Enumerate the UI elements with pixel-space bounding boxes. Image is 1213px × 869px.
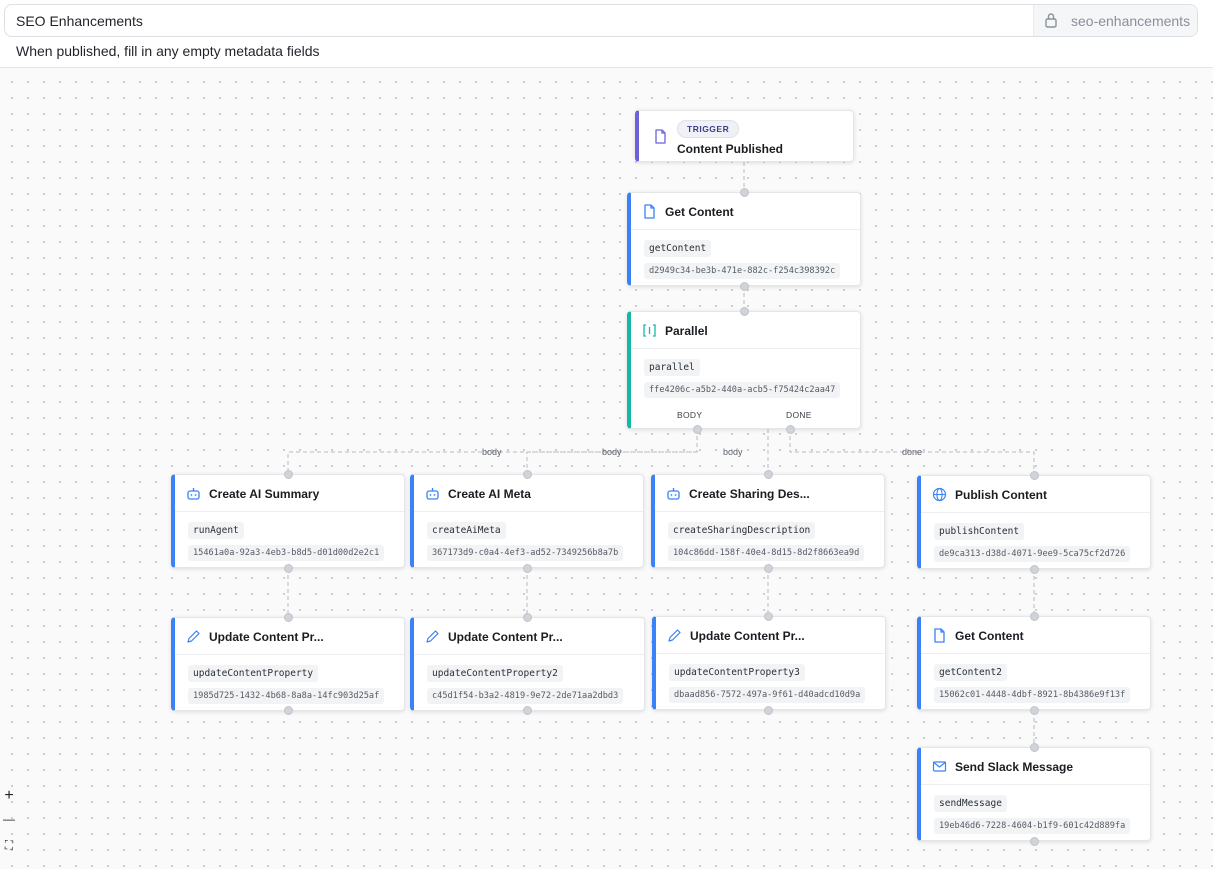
connection-handle[interactable]	[523, 564, 532, 573]
zoom-out-button[interactable]: —	[0, 812, 18, 834]
connection-handle[interactable]	[284, 564, 293, 573]
connection-handle[interactable]	[1030, 706, 1039, 715]
node-key: createSharingDescription	[668, 522, 816, 539]
node-key: updateContentProperty3	[669, 664, 805, 681]
node-key: createAiMeta	[427, 522, 506, 539]
node-title: Update Content Pr...	[209, 630, 324, 644]
trigger-title: Content Published	[677, 142, 783, 156]
connection-handle[interactable]	[1030, 837, 1039, 846]
connection-handle[interactable]	[284, 706, 293, 715]
connection-handle[interactable]	[284, 470, 293, 479]
node-id: 15062c01-4448-4dbf-8921-8b4386e9f13f	[934, 687, 1131, 703]
document-icon	[934, 628, 945, 643]
node-key: getContent2	[934, 664, 1007, 681]
node-create-ai-summary[interactable]: Create AI Summary runAgent 15461a0a-92a3…	[171, 474, 405, 568]
connection-handle[interactable]	[764, 706, 773, 715]
connection-handle[interactable]	[1030, 471, 1039, 480]
node-key: parallel	[644, 359, 700, 376]
node-publish-content[interactable]: Publish Content publishContent de9ca313-…	[917, 475, 1151, 569]
node-id: 1985d725-1432-4b68-8a8a-14fc903d25af	[188, 688, 385, 704]
connection-handle[interactable]	[284, 613, 293, 622]
node-id: c45d1f54-b3a2-4819-9e72-2de71aa2dbd3	[427, 688, 624, 704]
connection-handle[interactable]	[740, 307, 749, 316]
node-title: Update Content Pr...	[448, 630, 563, 644]
node-title: Create AI Meta	[448, 487, 531, 501]
workflow-name-field[interactable]: SEO Enhancements seo-enhancements	[4, 4, 1198, 37]
node-key: updateContentProperty	[188, 665, 319, 682]
node-title: Publish Content	[955, 488, 1047, 502]
mail-icon	[932, 761, 947, 772]
output-label-body: BODY	[677, 410, 703, 420]
node-id: d2949c34-be3b-471e-882c-f254c398392c	[644, 263, 841, 279]
document-icon	[655, 129, 666, 144]
connection-handle[interactable]	[1030, 743, 1039, 752]
node-key: publishContent	[934, 523, 1025, 540]
connection-handle[interactable]	[523, 470, 532, 479]
workflow-name[interactable]: SEO Enhancements	[16, 13, 143, 29]
robot-icon	[187, 488, 200, 500]
output-label-done: DONE	[786, 410, 812, 420]
lock-icon	[1045, 13, 1057, 28]
pencil-icon	[187, 630, 200, 643]
node-id: 367173d9-c0a4-4ef3-ad52-7349256b8a7b	[427, 545, 624, 561]
connection-handle[interactable]	[786, 425, 795, 434]
brackets-icon	[643, 324, 656, 337]
node-update-content-property[interactable]: Update Content Pr... updateContentProper…	[171, 617, 405, 711]
node-parallel[interactable]: Parallel parallel ffe4206c-a5b2-440a-acb…	[627, 311, 861, 429]
node-get-content[interactable]: Get Content getContent d2949c34-be3b-471…	[627, 192, 861, 286]
connection-handle[interactable]	[523, 613, 532, 622]
connection-handle[interactable]	[1030, 612, 1039, 621]
node-title: Create Sharing Des...	[689, 487, 810, 501]
slug-text: seo-enhancements	[1071, 13, 1191, 29]
trigger-badge: TRIGGER	[677, 120, 740, 138]
connection-handle[interactable]	[693, 425, 702, 434]
fit-view-button[interactable]: ⛶	[0, 838, 18, 860]
globe-icon	[932, 487, 947, 502]
connection-handle[interactable]	[764, 564, 773, 573]
connection-handle[interactable]	[740, 282, 749, 291]
node-update-content-property-2[interactable]: Update Content Pr... updateContentProper…	[410, 617, 645, 711]
node-key: runAgent	[188, 522, 244, 539]
node-title: Send Slack Message	[955, 760, 1074, 774]
node-id: ffe4206c-a5b2-440a-acb5-f75424c2aa47	[644, 382, 841, 398]
node-title: Parallel	[665, 324, 708, 338]
node-id: 15461a0a-92a3-4eb3-b8d5-d01d00d2e2c1	[188, 545, 385, 561]
node-title: Update Content Pr...	[690, 629, 805, 643]
node-id: dbaad856-7572-497a-9f61-d40adcd10d9a	[669, 687, 866, 703]
connection-handle[interactable]	[523, 706, 532, 715]
connection-handle[interactable]	[764, 612, 773, 621]
connection-handle[interactable]	[1030, 565, 1039, 574]
node-title: Create AI Summary	[209, 487, 320, 501]
slug-field: seo-enhancements	[1033, 5, 1197, 36]
document-icon	[644, 204, 655, 219]
node-id: de9ca313-d38d-4071-9ee9-5ca75cf2d726	[934, 546, 1131, 562]
trigger-node-content-published[interactable]: TRIGGER Content Published	[635, 110, 854, 162]
node-title: Get Content	[955, 629, 1024, 643]
pencil-icon	[426, 630, 439, 643]
node-key: getContent	[644, 240, 712, 257]
robot-icon	[667, 488, 680, 500]
node-create-sharing-description[interactable]: Create Sharing Des... createSharingDescr…	[651, 474, 885, 568]
node-get-content-2[interactable]: Get Content getContent2 15062c01-4448-4d…	[917, 616, 1151, 710]
node-send-slack-message[interactable]: Send Slack Message sendMessage 19eb46d6-…	[917, 747, 1151, 841]
node-update-content-property-3[interactable]: Update Content Pr... updateContentProper…	[652, 616, 886, 710]
node-key: updateContentProperty2	[427, 665, 563, 682]
pencil-icon	[668, 629, 681, 642]
connection-handle[interactable]	[764, 470, 773, 479]
node-id: 104c86dd-158f-40e4-8d15-8d2f8663ea9d	[668, 545, 865, 561]
node-key: sendMessage	[934, 795, 1007, 812]
zoom-in-button[interactable]: +	[0, 787, 18, 809]
node-title: Get Content	[665, 205, 734, 219]
connection-handle[interactable]	[740, 188, 749, 197]
workflow-description[interactable]: When published, fill in any empty metada…	[16, 43, 320, 59]
node-id: 19eb46d6-7228-4604-b1f9-601c42d889fa	[934, 818, 1131, 834]
node-create-ai-meta[interactable]: Create AI Meta createAiMeta 367173d9-c0a…	[410, 474, 644, 568]
robot-icon	[426, 488, 439, 500]
